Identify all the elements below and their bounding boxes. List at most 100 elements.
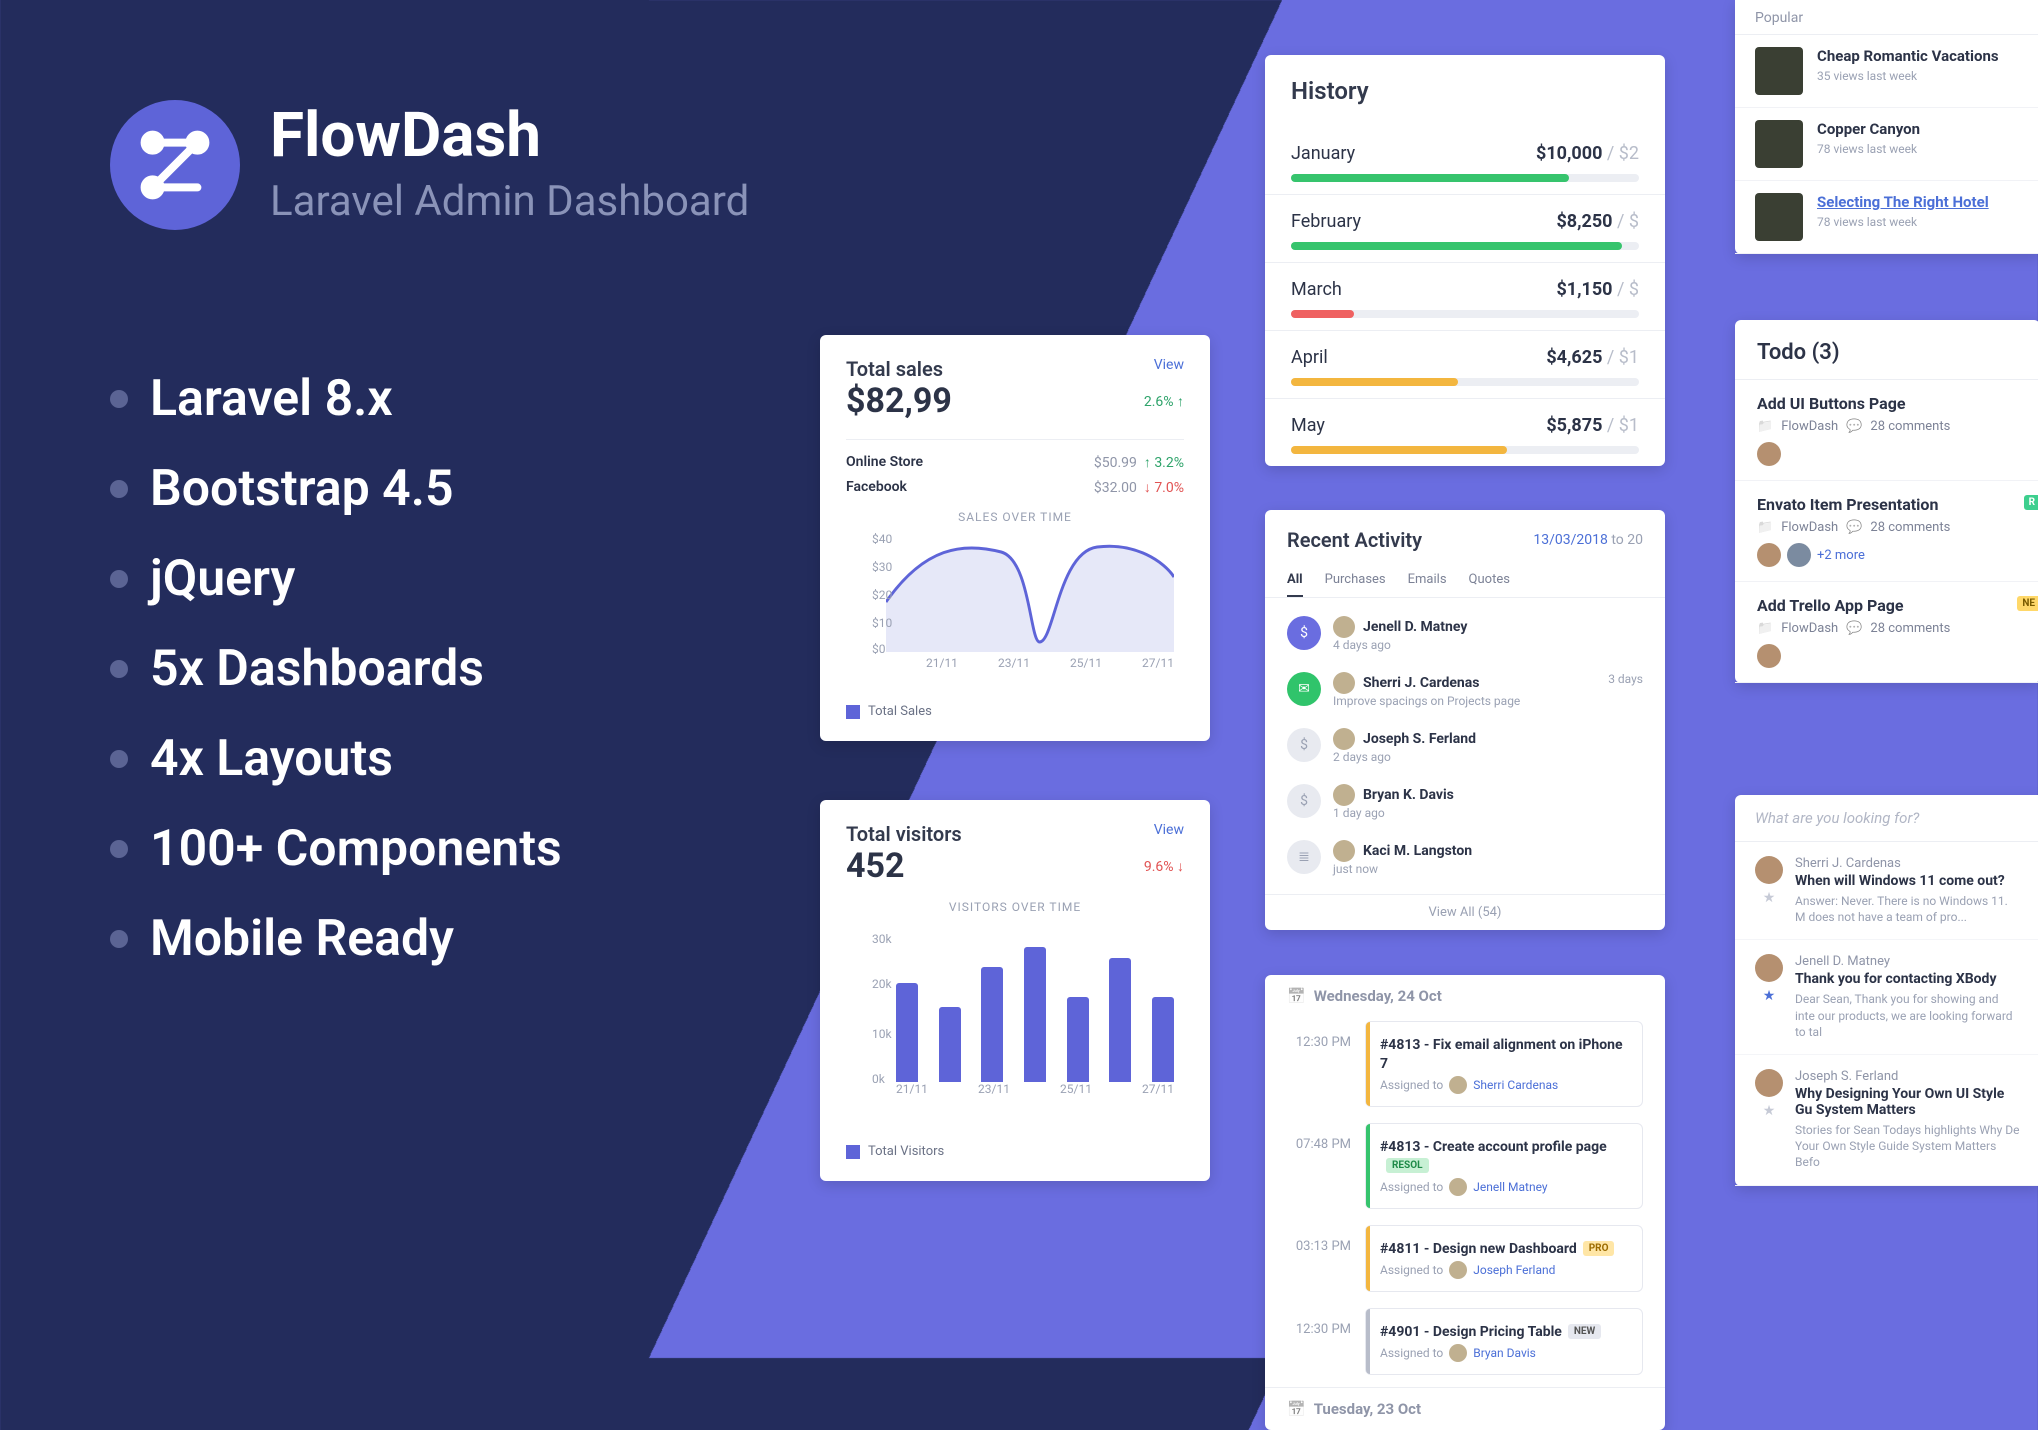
avatar	[1787, 543, 1811, 567]
qa-item[interactable]: ★ Jenell D. Matney Thank you for contact…	[1735, 940, 2038, 1055]
schedule-day: Wednesday, 24 Oct	[1265, 975, 1665, 1017]
activity-item[interactable]: ✉ Sherri J. Cardenas Improve spacings on…	[1287, 662, 1643, 718]
avatar	[1449, 1076, 1467, 1094]
total-visitors-count: 452	[846, 846, 962, 886]
search-input[interactable]: What are you looking for?	[1735, 795, 2038, 842]
todo-title: Add Trello App Page	[1757, 596, 2018, 615]
activity-item[interactable]: ≣ Kaci M. Langston just now	[1287, 830, 1643, 886]
hero-title: FlowDash	[270, 105, 749, 167]
hero-feature: 100+ Components	[110, 820, 749, 878]
hero-subtitle: Laravel Admin Dashboard	[270, 177, 749, 226]
comment-icon	[1846, 621, 1862, 636]
history-value: $4,625	[1546, 347, 1602, 368]
popular-item[interactable]: Copper Canyon 78 views last week	[1735, 108, 2038, 181]
avatar	[1757, 442, 1781, 466]
qa-title: Why Designing Your Own UI Style Gu Syste…	[1795, 1086, 2020, 1118]
popular-item[interactable]: Selecting The Right Hotel 78 views last …	[1735, 181, 2038, 254]
todo-item[interactable]: NE Add Trello App Page FlowDash 28 comme…	[1735, 582, 2038, 683]
activity-tabs: All Purchases Emails Quotes	[1265, 564, 1665, 598]
avatar	[1757, 644, 1781, 668]
tab-all[interactable]: All	[1287, 564, 1303, 597]
history-month: February	[1291, 211, 1361, 232]
calendar-icon	[1287, 987, 1306, 1005]
activity-type-icon: ✉	[1287, 672, 1321, 706]
comment-icon	[1846, 520, 1862, 535]
event-title: #4901 - Design Pricing Table	[1380, 1324, 1562, 1340]
event-badge: RESOL	[1386, 1158, 1429, 1173]
star-icon[interactable]: ★	[1763, 890, 1776, 906]
history-value: $1,150	[1556, 279, 1612, 300]
event-card[interactable]: #4901 - Design Pricing TableNEW Assigned…	[1365, 1308, 1643, 1375]
avatar	[1755, 856, 1783, 884]
qa-author: Sherri J. Cardenas	[1795, 856, 2020, 871]
hero-feature: Laravel 8.x	[110, 370, 749, 428]
event-time: 12:30 PM	[1265, 1308, 1365, 1337]
folder-icon	[1757, 419, 1773, 434]
calendar-icon	[1287, 1400, 1306, 1418]
view-all-link[interactable]: View All (54)	[1265, 894, 1665, 930]
total-visitors-change: 9.6% ↓	[1144, 858, 1184, 875]
activity-title: Recent Activity	[1287, 528, 1422, 552]
more-link[interactable]: +2 more	[1817, 548, 1865, 563]
activity-user: Bryan K. Davis	[1363, 787, 1454, 803]
popular-title: Cheap Romantic Vacations	[1817, 47, 1999, 65]
todo-heading: Todo (3)	[1735, 320, 2038, 380]
activity-sub: 2 days ago	[1333, 750, 1643, 764]
schedule-row: 12:30 PM #4813 - Fix email alignment on …	[1265, 1017, 1665, 1119]
event-card[interactable]: #4813 - Fix email alignment on iPhone 7 …	[1365, 1021, 1643, 1107]
star-icon[interactable]: ★	[1763, 1103, 1776, 1119]
qa-item[interactable]: ★ Joseph S. Ferland Why Designing Your O…	[1735, 1055, 2038, 1186]
activity-item[interactable]: $ Joseph S. Ferland 2 days ago	[1287, 718, 1643, 774]
history-value: $8,250	[1556, 211, 1612, 232]
event-card[interactable]: #4811 - Design new DashboardPRO Assigned…	[1365, 1225, 1643, 1292]
event-time: 07:48 PM	[1265, 1123, 1365, 1152]
event-time: 03:13 PM	[1265, 1225, 1365, 1254]
schedule-row: 03:13 PM #4811 - Design new DashboardPRO…	[1265, 1221, 1665, 1304]
comment-icon	[1846, 419, 1862, 434]
todo-item[interactable]: Add UI Buttons Page FlowDash 28 comments	[1735, 380, 2038, 481]
event-card[interactable]: #4813 - Create account profile pageRESOL…	[1365, 1123, 1643, 1209]
hero-feature-list: Laravel 8.x Bootstrap 4.5 jQuery 5x Dash…	[110, 370, 749, 968]
popular-item[interactable]: Cheap Romantic Vacations 35 views last w…	[1735, 35, 2038, 108]
assignee-link[interactable]: Jenell Matney	[1473, 1180, 1547, 1194]
history-row: January $10,000 / $2	[1265, 127, 1665, 194]
tab-purchases[interactable]: Purchases	[1325, 564, 1386, 597]
qa-author: Joseph S. Ferland	[1795, 1069, 2020, 1084]
chart-title: VISITORS OVER TIME	[846, 900, 1184, 914]
view-link[interactable]: View	[1154, 822, 1184, 838]
activity-user: Jenell D. Matney	[1363, 619, 1467, 635]
thumbnail	[1755, 193, 1803, 241]
todo-item[interactable]: R Envato Item Presentation FlowDash 28 c…	[1735, 481, 2038, 582]
activity-item[interactable]: $ Jenell D. Matney 4 days ago	[1287, 606, 1643, 662]
qa-item[interactable]: ★ Sherri J. Cardenas When will Windows 1…	[1735, 842, 2038, 940]
history-row: April $4,625 / $1	[1265, 330, 1665, 398]
activity-user: Kaci M. Langston	[1363, 843, 1472, 859]
assignee-link[interactable]: Sherri Cardenas	[1473, 1078, 1558, 1092]
todo-badge: R	[2024, 495, 2038, 510]
activity-user: Sherri J. Cardenas	[1363, 675, 1479, 691]
card-qa: What are you looking for? ★ Sherri J. Ca…	[1735, 795, 2038, 1186]
schedule-row: 07:48 PM #4813 - Create account profile …	[1265, 1119, 1665, 1221]
activity-item[interactable]: $ Bryan K. Davis 1 day ago	[1287, 774, 1643, 830]
folder-icon	[1757, 621, 1773, 636]
history-value: $10,000	[1536, 143, 1602, 164]
avatar	[1757, 543, 1781, 567]
card-total-sales: Total sales $82,99 View 2.6% ↑ Online St…	[820, 335, 1210, 741]
tab-quotes[interactable]: Quotes	[1469, 564, 1510, 597]
activity-date[interactable]: 13/03/2018	[1533, 532, 1608, 548]
hero-feature: 5x Dashboards	[110, 640, 749, 698]
tab-emails[interactable]: Emails	[1408, 564, 1447, 597]
popular-title: Copper Canyon	[1817, 120, 1920, 138]
chart-title: SALES OVER TIME	[846, 510, 1184, 524]
sales-channel-row: Online Store $50.99 ↑ 3.2%	[846, 454, 1184, 471]
card-total-visitors: Total visitors 452 View 9.6% ↓ VISITORS …	[820, 800, 1210, 1181]
star-icon[interactable]: ★	[1763, 988, 1776, 1004]
assignee-link[interactable]: Joseph Ferland	[1473, 1263, 1555, 1277]
todo-title: Add UI Buttons Page	[1757, 394, 2018, 413]
history-month: March	[1291, 279, 1342, 300]
avatar	[1333, 672, 1355, 694]
schedule-row: 12:30 PM #4901 - Design Pricing TableNEW…	[1265, 1304, 1665, 1387]
history-month: April	[1291, 347, 1328, 368]
view-link[interactable]: View	[1154, 357, 1184, 373]
activity-sub: just now	[1333, 862, 1643, 876]
